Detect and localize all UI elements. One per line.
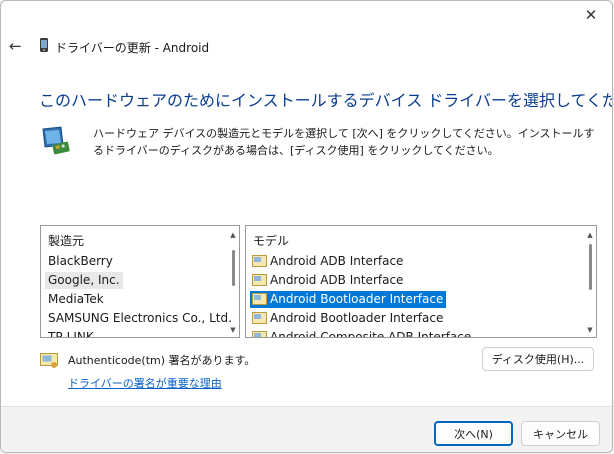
hardware-device-icon xyxy=(42,126,70,155)
instructions-text: ハードウェア デバイスの製造元とモデルを選択して [次へ] をクリックしてくださ… xyxy=(93,127,595,157)
model-item-label: Android Bootloader Interface xyxy=(270,292,444,306)
driver-icon xyxy=(252,331,267,337)
model-item[interactable]: Android ADB Interface xyxy=(250,272,403,289)
manufacturer-item[interactable]: BlackBerry xyxy=(48,253,113,270)
signature-info-link[interactable]: ドライバーの署名が重要な理由 xyxy=(68,375,222,391)
model-item[interactable]: Android Bootloader Interface xyxy=(250,310,443,327)
model-scrollbar[interactable] xyxy=(589,244,592,290)
manufacturer-item[interactable]: Google, Inc. xyxy=(45,272,123,289)
scroll-down-arrow-icon[interactable]: ▼ xyxy=(229,327,237,334)
model-item-label: Android Bootloader Interface xyxy=(270,311,444,325)
scroll-up-arrow-icon[interactable]: ▲ xyxy=(586,232,594,239)
model-item-selected[interactable]: Android Bootloader Interface xyxy=(250,291,446,308)
model-item-label: Android Composite ADB Interface xyxy=(270,330,472,338)
window-title: ドライバーの更新 - Android xyxy=(55,41,210,55)
driver-icon xyxy=(252,293,267,305)
model-item-label: Android ADB Interface xyxy=(270,254,404,268)
driver-update-dialog: ✕ ← ドライバーの更新 - Android このハードウェアのためにインストー… xyxy=(0,0,613,453)
model-listbox[interactable]: モデル Android ADB Interface Android ADB In… xyxy=(245,225,597,338)
scroll-up-arrow-icon[interactable]: ▲ xyxy=(229,232,237,239)
model-item[interactable]: Android Composite ADB Interface xyxy=(250,329,472,338)
manufacturer-item[interactable]: SAMSUNG Electronics Co., Ltd. xyxy=(48,310,232,327)
back-arrow-icon[interactable]: ← xyxy=(9,38,25,54)
driver-icon xyxy=(252,312,267,324)
certificate-icon xyxy=(40,353,58,368)
manufacturer-listbox[interactable]: 製造元 BlackBerry Google, Inc. MediaTek SAM… xyxy=(40,225,240,338)
model-header: モデル xyxy=(253,234,290,248)
signature-status: Authenticode(tm) 署名があります。 xyxy=(68,354,256,367)
scroll-down-arrow-icon[interactable]: ▼ xyxy=(586,327,594,334)
model-item[interactable]: Android ADB Interface xyxy=(250,253,403,270)
have-disk-button[interactable]: ディスク使用(H)... xyxy=(482,347,594,371)
phone-device-icon xyxy=(40,38,48,52)
driver-icon xyxy=(252,255,267,267)
manufacturer-item[interactable]: TP-LINK xyxy=(48,329,94,337)
close-icon[interactable]: ✕ xyxy=(576,3,606,27)
manufacturer-scrollbar[interactable] xyxy=(232,250,235,286)
title-bar: ✕ xyxy=(1,1,612,33)
model-item-label: Android ADB Interface xyxy=(270,273,404,287)
driver-icon xyxy=(252,274,267,286)
manufacturer-header: 製造元 xyxy=(48,234,85,248)
page-heading: このハードウェアのためにインストールするデバイス ドライバーを選択してください。 xyxy=(39,91,613,110)
cancel-button[interactable]: キャンセル xyxy=(521,421,600,446)
next-button[interactable]: 次へ(N) xyxy=(434,421,513,446)
manufacturer-item[interactable]: MediaTek xyxy=(48,291,104,308)
